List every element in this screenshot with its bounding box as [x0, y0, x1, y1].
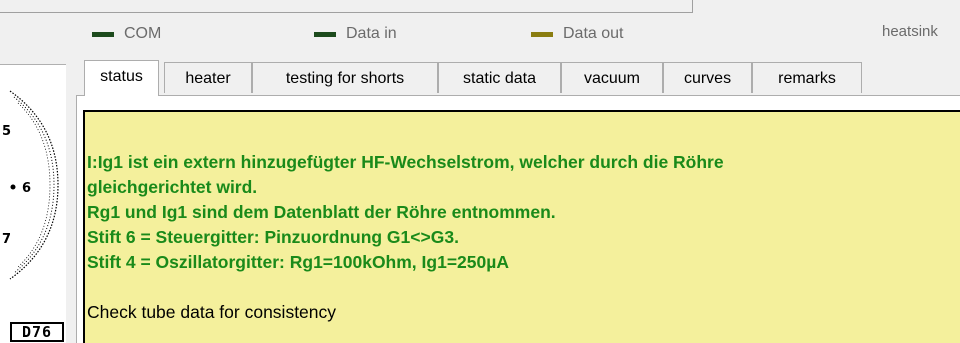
com-label: COM	[124, 25, 162, 42]
status-message-line: Stift 4 = Oszillatorgitter: Rg1=100kOhm,…	[87, 252, 509, 272]
status-message-panel: I:Ig1 ist ein extern hinzugefügter HF-We…	[83, 110, 960, 343]
status-message-line: gleichgerichtet wird.	[87, 177, 258, 197]
com-indicator: COM	[92, 25, 161, 43]
data-out-indicator: Data out	[531, 25, 623, 43]
status-tab-page: I:Ig1 ist ein extern hinzugefügter HF-We…	[76, 95, 960, 343]
com-led-icon	[92, 31, 114, 37]
status-message-line: I:Ig1 ist ein extern hinzugefügter HF-We…	[87, 152, 724, 172]
data-in-label: Data in	[346, 25, 397, 42]
status-message-line: Rg1 und Ig1 sind dem Datenblatt der Röhr…	[87, 202, 556, 222]
status-message-line: Stift 6 = Steuergitter: Pinzuordnung G1<…	[87, 227, 459, 247]
tab-status[interactable]: status	[84, 60, 159, 96]
tab-remarks[interactable]: remarks	[752, 62, 862, 93]
pin-label-7: 7	[2, 232, 11, 247]
tab-vacuum[interactable]: vacuum	[561, 62, 663, 93]
tube-code-label: D76	[10, 322, 64, 342]
data-in-indicator: Data in	[314, 25, 397, 43]
heatsink-label: heatsink	[882, 23, 938, 40]
status-text-block: I:Ig1 ist ein extern hinzugefügter HF-We…	[87, 150, 724, 325]
tab-strip: status heater testing for shorts static …	[75, 60, 960, 96]
data-out-led-icon	[531, 31, 553, 37]
tab-testing-for-shorts[interactable]: testing for shorts	[252, 62, 438, 93]
tube-socket-panel: 5 6 7 D76	[0, 64, 66, 343]
tab-heater[interactable]: heater	[164, 62, 252, 93]
check-tube-data-text: Check tube data for consistency	[87, 302, 337, 322]
data-out-label: Data out	[563, 25, 624, 42]
tab-static-data[interactable]: static data	[438, 62, 561, 93]
tab-curves[interactable]: curves	[663, 62, 752, 93]
pin-label-5: 5	[2, 124, 11, 139]
tube-socket-diagram: 5 6 7	[2, 90, 59, 280]
top-panel-frame	[0, 0, 693, 13]
pin-label-6: 6	[22, 181, 31, 196]
data-in-led-icon	[314, 31, 336, 37]
